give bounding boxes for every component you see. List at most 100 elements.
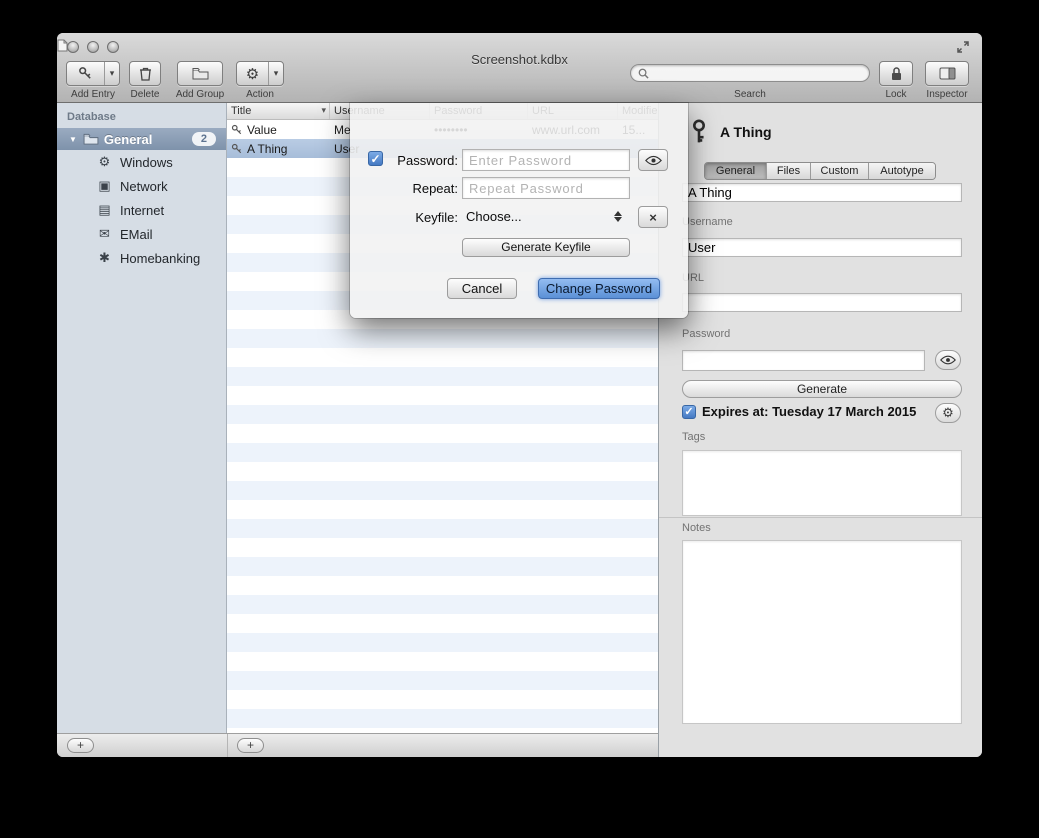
- titlebar-toolbar: Screenshot.kdbx ▾ Add Entry Delete Add G…: [57, 33, 982, 103]
- reveal-password-button[interactable]: [935, 350, 961, 370]
- sidebar-item-internet[interactable]: ▤ Internet: [57, 198, 226, 222]
- lock-label: Lock: [871, 89, 921, 100]
- sidebar-item-label: Network: [120, 179, 168, 194]
- sidebar-item-homebanking[interactable]: ✱ Homebanking: [57, 246, 226, 270]
- password-label: Password: [682, 328, 730, 340]
- action-button[interactable]: ⚙ ▾: [236, 61, 284, 86]
- lock-button[interactable]: [879, 61, 913, 86]
- dialog-keyfile-label: Keyfile:: [350, 210, 458, 225]
- password-field[interactable]: [682, 350, 925, 371]
- repeat-password-input[interactable]: [462, 177, 630, 199]
- generate-keyfile-button[interactable]: Generate Keyfile: [462, 238, 630, 257]
- sidebar-item-windows[interactable]: ⚙ Windows: [57, 150, 226, 174]
- lock-icon: [890, 66, 903, 81]
- dialog-password-label: Password:: [350, 153, 458, 168]
- tab-files[interactable]: Files: [767, 163, 811, 179]
- entry-title: Value: [247, 123, 277, 137]
- cancel-button[interactable]: Cancel: [447, 278, 517, 299]
- search-icon: [638, 68, 649, 79]
- stepper-arrows-icon: [614, 211, 622, 222]
- sidebar-item-label: EMail: [120, 227, 153, 242]
- delete-button[interactable]: [129, 61, 161, 86]
- gear-icon: ⚙: [237, 62, 268, 85]
- group-count-badge: 2: [192, 132, 216, 146]
- sidebar-item-network[interactable]: ▣ Network: [57, 174, 226, 198]
- inspector-tabs: General Files Custom Autotype: [704, 162, 936, 180]
- folder-icon: [83, 133, 99, 145]
- inspector-panel-icon: [939, 67, 956, 80]
- add-entry-button[interactable]: ▾: [66, 61, 120, 86]
- change-password-button[interactable]: Change Password: [538, 278, 660, 299]
- search-label: Search: [630, 89, 870, 100]
- keyfile-dropdown-value: Choose...: [466, 209, 522, 224]
- close-icon: ×: [649, 210, 657, 225]
- notes-label: Notes: [682, 522, 711, 534]
- inspector-panel: A Thing General Files Custom Autotype Us…: [658, 103, 982, 757]
- key-icon: [67, 62, 104, 85]
- footer-divider: [227, 734, 228, 757]
- sidebar-group-general[interactable]: ▼ General 2: [57, 128, 226, 150]
- expires-label: Expires at: Tuesday 17 March 2015: [702, 404, 916, 419]
- folder-icon: [192, 67, 209, 80]
- network-group-icon: ▣: [97, 178, 112, 194]
- homebanking-group-icon: ✱: [97, 250, 112, 266]
- clear-keyfile-button[interactable]: ×: [638, 206, 668, 228]
- add-group-label: Add Group: [165, 89, 235, 100]
- document-icon: [57, 39, 68, 52]
- group-label: General: [104, 132, 152, 147]
- sidebar-item-label: Internet: [120, 203, 164, 218]
- key-icon: [231, 124, 243, 136]
- tags-label: Tags: [682, 431, 705, 443]
- sidebar-section-header: Database: [57, 103, 226, 128]
- app-window: Screenshot.kdbx ▾ Add Entry Delete Add G…: [57, 33, 982, 757]
- key-icon: [231, 143, 243, 155]
- sidebar-item-label: Windows: [120, 155, 173, 170]
- inspector-label: Inspector: [919, 89, 975, 100]
- disclosure-triangle-icon[interactable]: ▼: [69, 135, 77, 144]
- tags-field[interactable]: [682, 450, 962, 516]
- eye-icon: [645, 155, 662, 166]
- eye-icon: [940, 355, 956, 365]
- chevron-down-icon[interactable]: ▾: [104, 62, 119, 85]
- sort-indicator-icon: ▾: [321, 105, 326, 116]
- tab-custom[interactable]: Custom: [811, 163, 869, 179]
- entry-key-icon: [688, 119, 710, 145]
- window-title-text: Screenshot.kdbx: [471, 52, 568, 67]
- username-field[interactable]: [682, 238, 962, 257]
- dialog-repeat-label: Repeat:: [350, 181, 458, 196]
- resize-icon[interactable]: [956, 40, 970, 54]
- tab-autotype[interactable]: Autotype: [869, 163, 935, 179]
- column-header-title[interactable]: Title ▾: [227, 103, 330, 119]
- tab-general[interactable]: General: [705, 163, 767, 179]
- keyfile-dropdown[interactable]: Choose...: [466, 206, 628, 226]
- footer-bar: + +: [57, 733, 658, 757]
- notes-field[interactable]: [682, 540, 962, 724]
- inspector-entry-title: A Thing: [720, 124, 772, 140]
- action-label: Action: [229, 89, 291, 100]
- chevron-down-icon[interactable]: ▾: [268, 62, 283, 85]
- add-group-plus-button[interactable]: +: [67, 738, 94, 753]
- add-group-button[interactable]: [177, 61, 223, 86]
- add-entry-plus-button[interactable]: +: [237, 738, 264, 753]
- email-group-icon: ✉: [97, 226, 112, 242]
- password-input[interactable]: [462, 149, 630, 171]
- internet-group-icon: ▤: [97, 202, 112, 218]
- search-field[interactable]: [630, 64, 870, 82]
- column-header-label: Title: [231, 105, 251, 117]
- reveal-password-button[interactable]: [638, 149, 668, 171]
- expires-gear-button[interactable]: ⚙: [935, 403, 961, 423]
- sidebar-item-label: Homebanking: [120, 251, 200, 266]
- inspector-button[interactable]: [925, 61, 969, 86]
- generate-password-button[interactable]: Generate: [682, 380, 962, 398]
- sidebar-item-email[interactable]: ✉ EMail: [57, 222, 226, 246]
- gear-icon: ⚙: [942, 405, 954, 421]
- expires-checkbox[interactable]: ✓: [682, 405, 696, 419]
- username-label: Username: [682, 216, 733, 228]
- search-input[interactable]: [653, 66, 853, 80]
- title-field[interactable]: [682, 183, 962, 202]
- entry-username: Me: [334, 123, 351, 137]
- change-password-dialog: ✓ Password: Repeat: Keyfile: Choose... ×…: [350, 103, 688, 318]
- trash-icon: [139, 66, 152, 81]
- url-field[interactable]: [682, 293, 962, 312]
- entry-title: A Thing: [247, 142, 287, 156]
